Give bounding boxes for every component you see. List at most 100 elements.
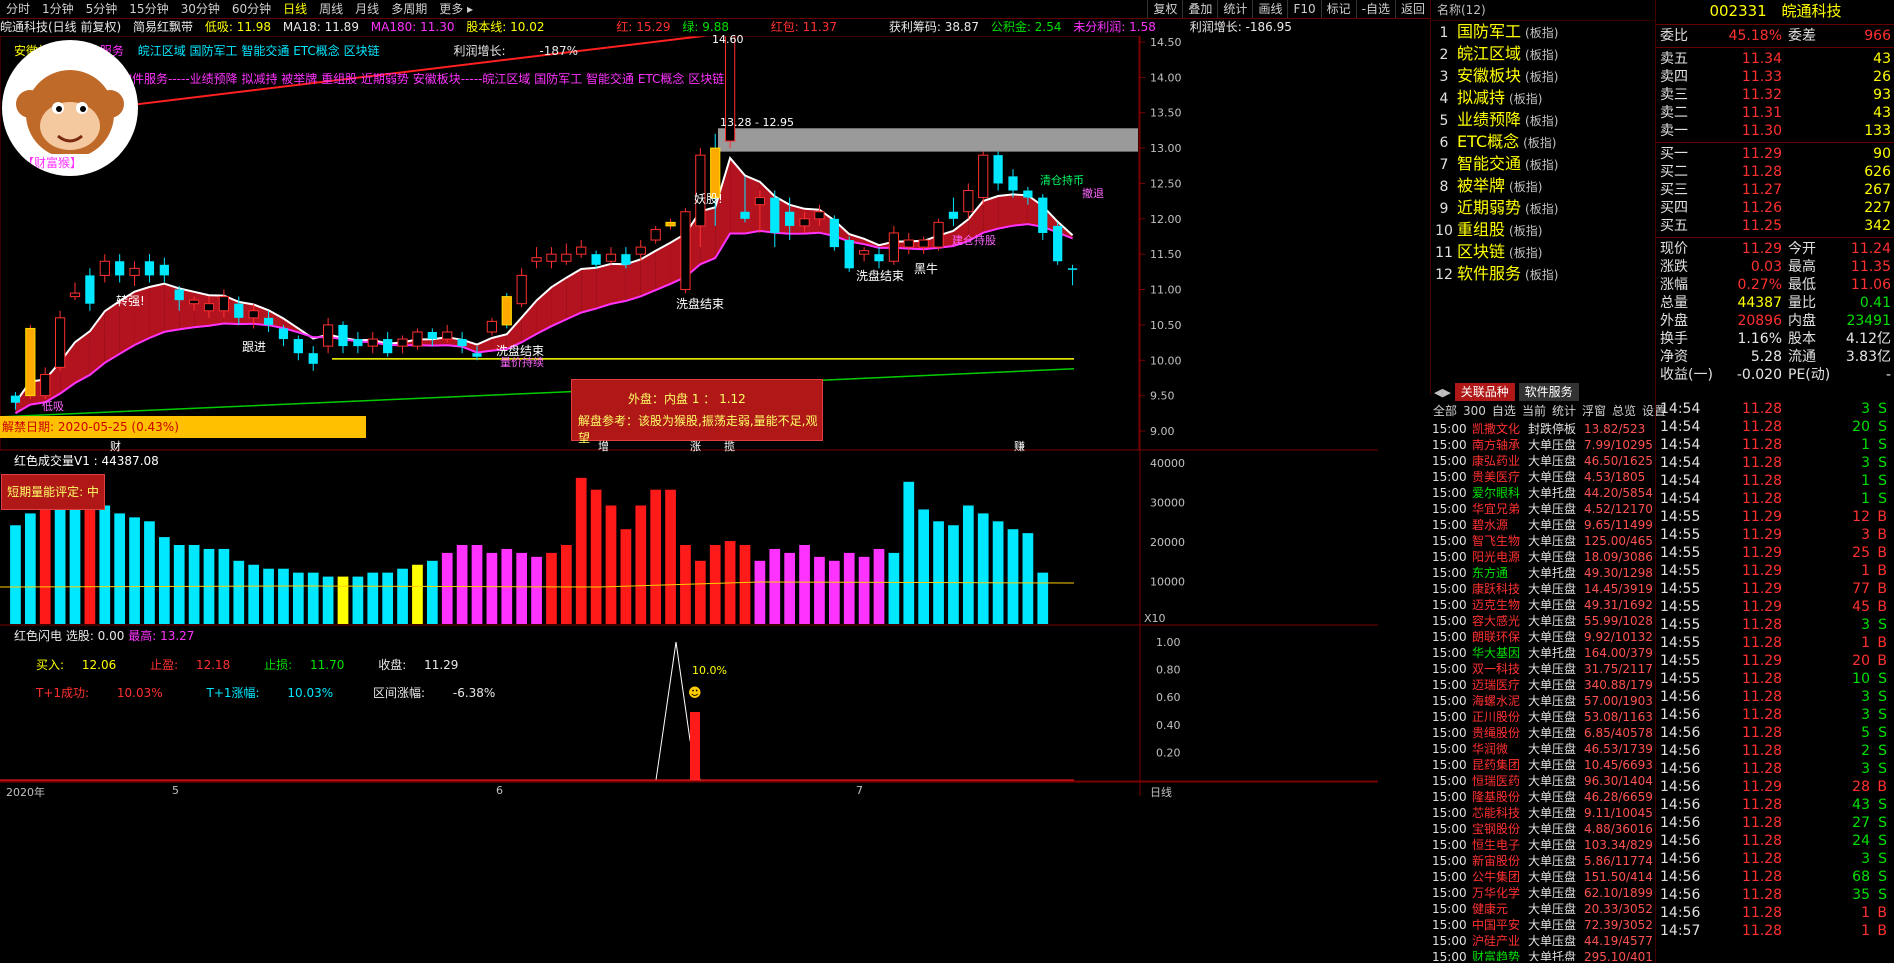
related-item[interactable]: 15:00 容大感光 大单压盘 55.99/1028 (1430, 613, 1654, 629)
related-item[interactable]: 15:00 万华化学 大单压盘 62.10/1899 (1430, 885, 1654, 901)
tab-prev-icon[interactable]: ◀▶ (1434, 386, 1451, 399)
related-stock: 隆基股份 (1472, 790, 1521, 804)
menu-item-monthly[interactable]: 月线 (349, 0, 385, 18)
related-item[interactable]: 15:00 财富趋势 大单托盘 295.10/401 (1430, 949, 1654, 961)
sector-item[interactable]: 4 拟减持 (板指) (1431, 87, 1655, 109)
related-item[interactable]: 15:00 双一科技 大单压盘 31.75/2117 (1430, 661, 1654, 677)
remove-watchlist-button[interactable]: -自选 (1355, 0, 1395, 18)
related-item[interactable]: 15:00 华大基因 大单托盘 164.00/379 (1430, 645, 1654, 661)
menu-item-weekly[interactable]: 周线 (313, 0, 349, 18)
period-label[interactable]: 日线 (1150, 784, 1172, 800)
menu-item-15min[interactable]: 15分钟 (123, 0, 174, 18)
menu-item-more[interactable]: 更多 ▸ (433, 0, 479, 18)
related-item[interactable]: 15:00 中国平安 大单压盘 72.39/3052 (1430, 917, 1654, 933)
volume-bar (99, 505, 111, 624)
stats-button[interactable]: 统计 (1217, 0, 1252, 18)
sector-item[interactable]: 12 软件服务 (板指) (1431, 263, 1655, 285)
related-item[interactable]: 15:00 恒生电子 大单压盘 103.34/829 (1430, 837, 1654, 853)
menu-item-1min[interactable]: 1分钟 (36, 0, 80, 18)
sector-item[interactable]: 8 被举牌 (板指) (1431, 175, 1655, 197)
formula-name[interactable]: 简易红飘带 (133, 20, 193, 34)
tick-direction: S (1878, 671, 1887, 687)
related-item[interactable]: 15:00 康跃科技 大单压盘 14.45/3919 (1430, 581, 1654, 597)
sector-item[interactable]: 11 区块链 (板指) (1431, 241, 1655, 263)
related-item[interactable]: 15:00 迈克生物 大单压盘 49.31/1692 (1430, 597, 1654, 613)
filter-stats[interactable]: 统计 (1552, 404, 1576, 418)
menu-item-30min[interactable]: 30分钟 (175, 0, 226, 18)
close-value: 11.29 (424, 658, 459, 672)
filter-current[interactable]: 当前 (1522, 404, 1546, 418)
filter-float[interactable]: 浮窗 (1582, 404, 1606, 418)
related-item[interactable]: 15:00 昆药集团 大单压盘 10.45/6693 (1430, 757, 1654, 773)
resistance-zone (718, 128, 1138, 152)
sector-name: 安徽板块 (1457, 66, 1522, 85)
sector-item[interactable]: 7 智能交通 (板指) (1431, 153, 1655, 175)
tick-volume: 3 (1861, 527, 1870, 543)
draw-line-button[interactable]: 画线 (1252, 0, 1287, 18)
stock-name: 皖通科技 (1781, 2, 1842, 20)
menu-item-daily[interactable]: 日线 (277, 0, 313, 18)
sector-item[interactable]: 5 业绩预降 (板指) (1431, 109, 1655, 131)
related-item[interactable]: 15:00 公牛集团 大单压盘 151.50/414 (1430, 869, 1654, 885)
annotation-clear-position: 清仓持币 (1040, 174, 1084, 187)
volume-bar (650, 489, 662, 624)
sector-index: 3 (1439, 69, 1449, 85)
related-item[interactable]: 15:00 宝钢股份 大单压盘 4.88/36016 (1430, 821, 1654, 837)
filter-300[interactable]: 300 (1463, 404, 1486, 418)
related-item[interactable]: 15:00 贵绳股份 大单压盘 6.85/40578 (1430, 725, 1654, 741)
tab-related[interactable]: 关联品种 (1454, 383, 1515, 401)
sector-item[interactable]: 9 近期弱势 (板指) (1431, 197, 1655, 219)
related-item[interactable]: 15:00 南方轴承 大单压盘 7.99/10295 (1430, 437, 1654, 453)
related-item[interactable]: 15:00 隆基股份 大单压盘 46.28/6659 (1430, 789, 1654, 805)
related-item[interactable]: 15:00 华宜兄弟 大单压盘 4.52/12170 (1430, 501, 1654, 517)
related-time: 15:00 (1432, 918, 1467, 932)
related-item[interactable]: 15:00 正川股份 大单压盘 53.08/1163 (1430, 709, 1654, 725)
related-item[interactable]: 15:00 恒瑞医药 大单压盘 96.30/1404 (1430, 773, 1654, 789)
related-item[interactable]: 15:00 新宙股份 大单压盘 5.86/11774 (1430, 853, 1654, 869)
back-button[interactable]: 返回 (1394, 0, 1430, 18)
candle-body-up (754, 197, 766, 206)
related-item[interactable]: 15:00 健康元 大单压盘 20.33/3052 (1430, 901, 1654, 917)
sector-item[interactable]: 10 重组股 (板指) (1431, 219, 1655, 241)
ribbon-segment (149, 283, 165, 339)
overlay-button[interactable]: 叠加 (1182, 0, 1217, 18)
filter-watchlist[interactable]: 自选 (1492, 404, 1516, 418)
f10-button[interactable]: F10 (1287, 0, 1320, 18)
related-stock: 恒瑞医药 (1472, 774, 1521, 788)
related-time: 15:00 (1432, 806, 1467, 820)
sector-item[interactable]: 3 安徽板块 (板指) (1431, 65, 1655, 87)
menu-item-60min[interactable]: 60分钟 (226, 0, 277, 18)
related-item[interactable]: 15:00 智飞生物 大单压盘 125.00/465 (1430, 533, 1654, 549)
related-item[interactable]: 15:00 东方通 大单托盘 49.30/1298 (1430, 565, 1654, 581)
tick-time: 14:56 (1660, 833, 1701, 849)
related-item[interactable]: 15:00 阳光电源 大单压盘 18.09/3086 (1430, 549, 1654, 565)
mark-button[interactable]: 标记 (1320, 0, 1356, 18)
related-stock: 芯能科技 (1472, 806, 1521, 820)
related-item[interactable]: 15:00 华润微 大单压盘 46.53/1739 (1430, 741, 1654, 757)
filter-overview[interactable]: 总览 (1612, 404, 1636, 418)
candlestick-chart[interactable]: 14.50 14.00 13.50 13.00 12.50 12.00 11.50 11.00… (0, 36, 1378, 956)
stock-title[interactable]: 皖通科技(日线 前复权) (0, 20, 121, 34)
related-item[interactable]: 15:00 沪硅产业 大单压盘 44.19/4577 (1430, 933, 1654, 949)
tick-time: 14:55 (1660, 671, 1701, 687)
tab-software[interactable]: 软件服务 (1518, 383, 1579, 401)
menu-item-minute[interactable]: 分时 (0, 0, 36, 18)
sector-item[interactable]: 2 皖江区域 (板指) (1431, 43, 1655, 65)
related-item[interactable]: 15:00 凯撒文化 封跌停板 13.82/523 (1430, 421, 1654, 437)
related-item[interactable]: 15:00 朗联环保 大单压盘 9.92/10132 (1430, 629, 1654, 645)
related-item[interactable]: 15:00 迈瑞医疗 大单压盘 340.88/179 (1430, 677, 1654, 693)
related-item[interactable]: 15:00 贵美医疗 大单压盘 4.53/1805 (1430, 469, 1654, 485)
related-item[interactable]: 15:00 康弘药业 大单压盘 46.50/1625 (1430, 453, 1654, 469)
related-item[interactable]: 15:00 海螺水泥 大单压盘 57.00/1903 (1430, 693, 1654, 709)
filter-all[interactable]: 全部 (1433, 404, 1457, 418)
sector-item[interactable]: 6 ETC概念 (板指) (1431, 131, 1655, 153)
related-item[interactable]: 15:00 碧水源 大单压盘 9.65/11499 (1430, 517, 1654, 533)
related-item[interactable]: 15:00 芯能科技 大单压盘 9.11/10045 (1430, 805, 1654, 821)
menu-item-5min[interactable]: 5分钟 (80, 0, 124, 18)
ask-row: 卖四 11.33 26 (1656, 68, 1894, 86)
sector-index: 4 (1439, 91, 1449, 107)
menu-item-multi-period[interactable]: 多周期 (385, 0, 433, 18)
sector-item[interactable]: 1 国防军工 (板指) (1431, 21, 1655, 43)
related-item[interactable]: 15:00 爱尔眼科 大单托盘 44.20/5854 (1430, 485, 1654, 501)
restore-right-button[interactable]: 复权 (1147, 0, 1182, 18)
